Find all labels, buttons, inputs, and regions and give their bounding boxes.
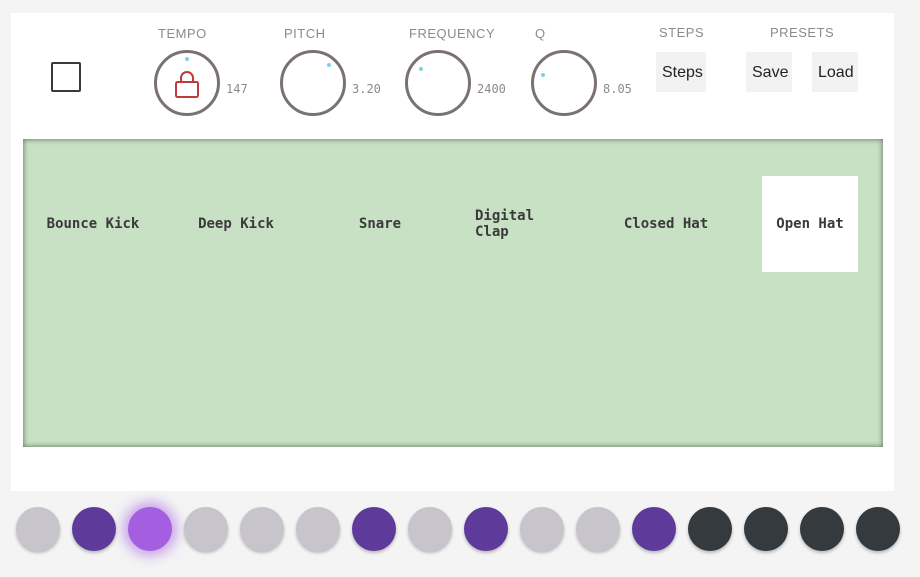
play-stop-toggle[interactable] xyxy=(51,62,81,92)
pitch-label: PITCH xyxy=(284,26,326,41)
q-control: Q 8.05 xyxy=(531,26,641,121)
step-button[interactable] xyxy=(408,507,452,551)
step-button[interactable] xyxy=(16,507,60,551)
step-button[interactable] xyxy=(72,507,116,551)
step-button[interactable] xyxy=(464,507,508,551)
step-button[interactable] xyxy=(800,507,844,551)
q-knob[interactable] xyxy=(531,50,597,116)
q-knob-indicator xyxy=(541,73,545,77)
pad-closed-hat[interactable]: Closed Hat xyxy=(618,176,714,272)
frequency-label: FREQUENCY xyxy=(409,26,496,41)
drum-pad-area: Bounce Kick Deep Kick Snare Digital Clap… xyxy=(23,139,883,447)
pad-digital-clap[interactable]: Digital Clap xyxy=(475,176,571,272)
tempo-control: TEMPO 147 xyxy=(154,26,264,121)
q-value: 8.05 xyxy=(603,82,632,96)
tempo-label: TEMPO xyxy=(158,26,207,41)
pad-label: Snare xyxy=(358,216,402,232)
presets-label: PRESETS xyxy=(770,25,835,40)
steps-label: STEPS xyxy=(659,25,705,40)
pitch-knob[interactable] xyxy=(280,50,346,116)
step-button[interactable] xyxy=(632,507,676,551)
pitch-knob-indicator xyxy=(327,63,331,67)
q-label: Q xyxy=(535,26,546,41)
frequency-control: FREQUENCY 2400 xyxy=(405,26,515,121)
pad-label: Bounce Kick xyxy=(46,216,140,232)
pad-snare[interactable]: Snare xyxy=(332,176,428,272)
pad-label: Open Hat xyxy=(776,216,844,232)
pad-bounce-kick[interactable]: Bounce Kick xyxy=(45,176,141,272)
tempo-knob[interactable] xyxy=(154,50,220,116)
frequency-knob[interactable] xyxy=(405,50,471,116)
pad-label: Digital Clap xyxy=(475,208,535,240)
step-button[interactable] xyxy=(296,507,340,551)
step-button[interactable] xyxy=(520,507,564,551)
tempo-knob-indicator xyxy=(185,57,189,61)
pitch-control: PITCH 3.20 xyxy=(280,26,390,121)
load-button[interactable]: Load xyxy=(812,52,858,92)
pad-open-hat[interactable]: Open Hat xyxy=(762,176,858,272)
frequency-value: 2400 xyxy=(477,82,506,96)
lock-icon xyxy=(175,71,199,98)
step-button[interactable] xyxy=(352,507,396,551)
step-button[interactable] xyxy=(184,507,228,551)
step-button[interactable] xyxy=(576,507,620,551)
save-button[interactable]: Save xyxy=(746,52,792,92)
step-button[interactable] xyxy=(240,507,284,551)
step-button[interactable] xyxy=(856,507,900,551)
pitch-value: 3.20 xyxy=(352,82,381,96)
pad-deep-kick[interactable]: Deep Kick xyxy=(188,176,284,272)
step-button[interactable] xyxy=(744,507,788,551)
pad-label: Closed Hat xyxy=(623,216,709,232)
step-button[interactable] xyxy=(688,507,732,551)
steps-button[interactable]: Steps xyxy=(656,52,706,92)
tempo-value: 147 xyxy=(226,82,248,96)
pad-label: Deep Kick xyxy=(198,216,274,232)
step-button[interactable] xyxy=(128,507,172,551)
frequency-knob-indicator xyxy=(419,67,423,71)
